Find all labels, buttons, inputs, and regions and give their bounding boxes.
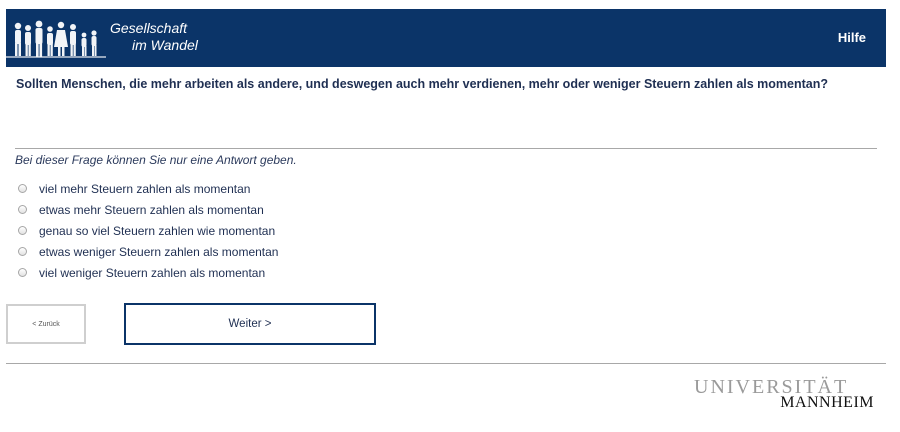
divider-top [15,148,877,149]
answer-option[interactable]: viel weniger Steuern zahlen als momentan [18,262,278,283]
logo-wordmark: Gesellschaft im Wandel [110,20,198,54]
answer-option[interactable]: viel mehr Steuern zahlen als momentan [18,178,278,199]
answer-option-label: etwas mehr Steuern zahlen als momentan [39,202,264,217]
answer-option-label: genau so viel Steuern zahlen wie momenta… [39,223,276,238]
answer-option-label: viel weniger Steuern zahlen als momentan [39,265,266,280]
divider-bottom [6,363,886,364]
university-logo-line2: MANNHEIM [780,394,874,411]
answer-option-label: etwas weniger Steuern zahlen als momenta… [39,244,279,259]
radio-button[interactable] [18,268,27,277]
answer-options: viel mehr Steuern zahlen als momentan et… [18,178,278,283]
answer-option[interactable]: etwas weniger Steuern zahlen als momenta… [18,241,278,262]
radio-button[interactable] [18,226,27,235]
answer-option[interactable]: etwas mehr Steuern zahlen als momentan [18,199,278,220]
next-button[interactable]: Weiter > [124,303,376,345]
back-button[interactable]: < Zurück [6,304,86,344]
answer-option-label: viel mehr Steuern zahlen als momentan [39,181,251,196]
question-text: Sollten Menschen, die mehr arbeiten als … [16,77,829,91]
radio-button[interactable] [18,184,27,193]
logo-line2: im Wandel [132,37,198,53]
university-logo: UNIVERSITÄT MANNHEIM [694,377,874,413]
radio-button[interactable] [18,247,27,256]
help-link[interactable]: Hilfe [838,30,866,45]
logo-line1: Gesellschaft [110,20,188,36]
answer-option[interactable]: genau so viel Steuern zahlen wie momenta… [18,220,278,241]
header-banner: Gesellschaft im Wandel Hilfe [6,9,886,67]
radio-button[interactable] [18,205,27,214]
answer-instruction: Bei dieser Frage können Sie nur eine Ant… [15,153,297,167]
